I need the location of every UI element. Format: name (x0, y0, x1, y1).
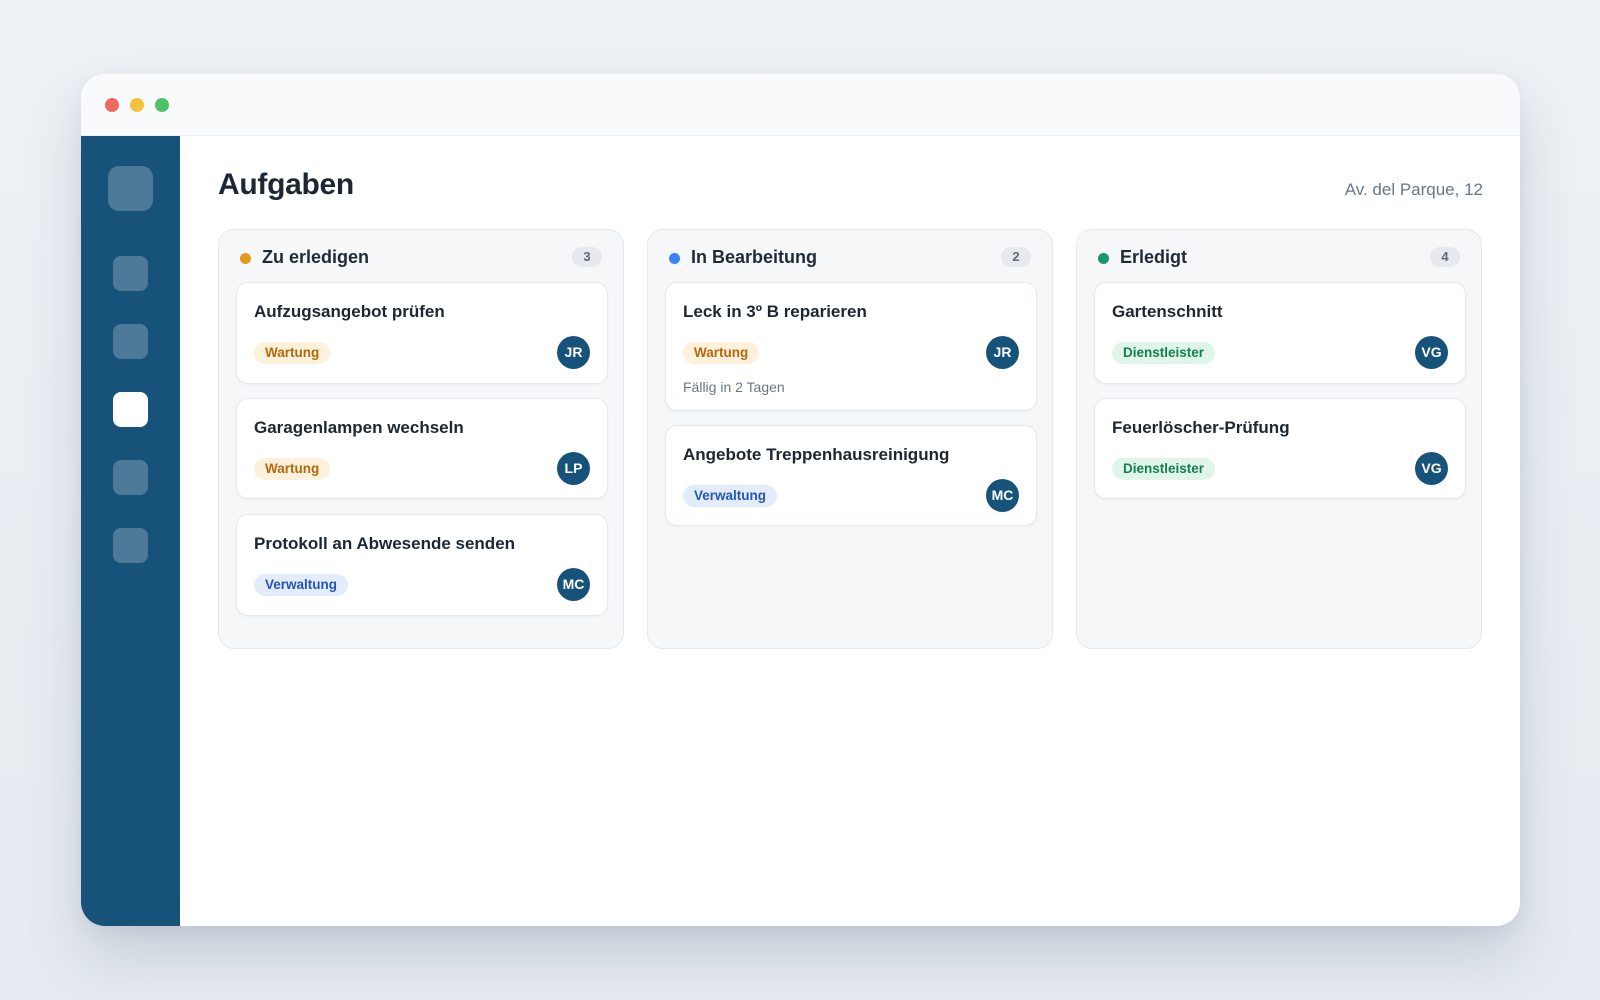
task-card[interactable]: Angebote Treppenhausreinigung Verwaltung… (665, 425, 1037, 526)
column-done: Erledigt 4 Gartenschnitt Dienstleister V… (1076, 229, 1482, 649)
sidebar-item-5[interactable] (113, 528, 148, 563)
task-title: Aufzugsangebot prüfen (254, 302, 445, 321)
property-address: Av. del Parque, 12 (1344, 180, 1483, 199)
sidebar-item-2[interactable] (113, 324, 148, 359)
column-header: Zu erledigen 3 (219, 230, 623, 282)
main-content: Aufgaben Av. del Parque, 12 Zu erledigen… (180, 136, 1520, 926)
column-title: Zu erledigen (262, 247, 370, 267)
task-card[interactable]: Protokoll an Abwesende senden Verwaltung… (236, 514, 608, 616)
assignee-avatar[interactable]: VG (1415, 452, 1448, 485)
column-count-badge: 3 (572, 247, 602, 267)
column-title: In Bearbeitung (691, 247, 818, 267)
task-title: Angebote Treppenhausreinigung (683, 445, 950, 464)
column-header: Erledigt 4 (1077, 230, 1481, 282)
status-dot-icon (1098, 253, 1109, 264)
task-title: Garagenlampen wechseln (254, 418, 464, 437)
assignee-avatar[interactable]: JR (557, 336, 590, 369)
sidebar-item-4[interactable] (113, 460, 148, 495)
column-todo: Zu erledigen 3 Aufzugsangebot prüfen War… (218, 229, 624, 649)
minimize-window-button[interactable] (130, 98, 144, 112)
task-tag: Dienstleister (1112, 458, 1216, 480)
task-card[interactable]: Leck in 3º B reparieren Wartung JR Fälli… (665, 282, 1037, 411)
maximize-window-button[interactable] (155, 98, 169, 112)
page-title: Aufgaben (218, 168, 354, 201)
task-title: Gartenschnitt (1112, 302, 1223, 321)
task-card[interactable]: Aufzugsangebot prüfen Wartung JR (236, 282, 608, 384)
task-card[interactable]: Garagenlampen wechseln Wartung LP (236, 398, 608, 499)
task-title: Feuerlöscher-Prüfung (1112, 418, 1290, 437)
app-logo[interactable] (108, 166, 153, 211)
app-window: Aufgaben Av. del Parque, 12 Zu erledigen… (81, 74, 1520, 926)
assignee-avatar[interactable]: JR (986, 336, 1019, 369)
title-bar (81, 74, 1520, 136)
task-title: Protokoll an Abwesende senden (254, 534, 516, 553)
sidebar (81, 136, 180, 926)
assignee-avatar[interactable]: VG (1415, 336, 1448, 369)
task-tag: Verwaltung (683, 485, 778, 507)
status-dot-icon (669, 253, 680, 264)
column-in-progress: In Bearbeitung 2 Leck in 3º B reparieren… (647, 229, 1053, 649)
task-card[interactable]: Feuerlöscher-Prüfung Dienstleister VG (1094, 398, 1466, 499)
task-tag: Wartung (683, 342, 760, 364)
assignee-avatar[interactable]: MC (557, 568, 590, 601)
task-tag: Dienstleister (1112, 342, 1216, 364)
assignee-avatar[interactable]: MC (986, 479, 1019, 512)
task-tag: Verwaltung (254, 574, 349, 596)
task-title: Leck in 3º B reparieren (683, 302, 867, 321)
status-dot-icon (240, 253, 251, 264)
sidebar-item-tasks[interactable] (113, 392, 148, 427)
column-count-badge: 4 (1430, 247, 1460, 267)
column-title: Erledigt (1120, 247, 1188, 267)
task-tag: Wartung (254, 458, 331, 480)
task-tag: Wartung (254, 342, 331, 364)
column-count-badge: 2 (1001, 247, 1031, 267)
close-window-button[interactable] (105, 98, 119, 112)
due-date-text: Fällig in 2 Tagen (683, 379, 785, 395)
task-card[interactable]: Gartenschnitt Dienstleister VG (1094, 282, 1466, 384)
column-header: In Bearbeitung 2 (648, 230, 1052, 282)
assignee-avatar[interactable]: LP (557, 452, 590, 485)
sidebar-item-1[interactable] (113, 256, 148, 291)
